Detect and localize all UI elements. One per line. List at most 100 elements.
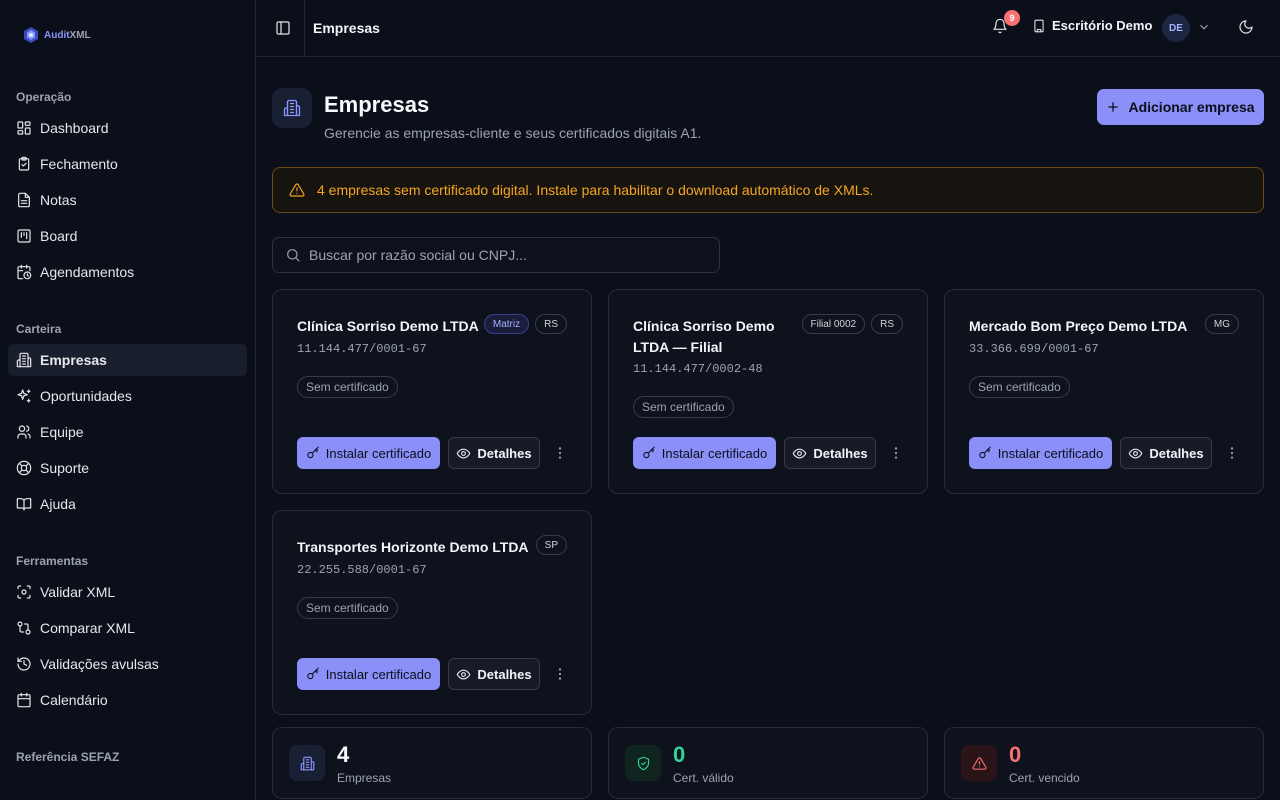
certificate-status-badge: Sem certificado (297, 376, 398, 398)
more-options-button[interactable] (548, 437, 572, 469)
moon-icon (1239, 20, 1253, 34)
notifications-badge: 9 (1004, 10, 1020, 26)
card-actions: Instalar certificado Detalhes (297, 437, 572, 469)
install-certificate-button[interactable]: Instalar certificado (297, 437, 440, 469)
company-badges: SP (535, 535, 567, 555)
details-button[interactable]: Detalhes (1120, 437, 1212, 469)
eye-icon (457, 669, 471, 679)
header-divider (304, 0, 305, 57)
sidebar-item-validar-xml[interactable]: Validar XML (8, 576, 247, 608)
details-button[interactable]: Detalhes (784, 437, 876, 469)
sidebar-item-oportunidades[interactable]: Oportunidades (8, 380, 247, 412)
stat-label: Cert. válido (673, 771, 734, 785)
eye-icon (793, 448, 807, 458)
calendar-icon (17, 692, 31, 708)
sidebar-item-dashboard[interactable]: Dashboard (8, 112, 247, 144)
history-icon (17, 657, 31, 671)
warning-icon (971, 756, 987, 770)
company-cnpj: 11.144.477/0002-48 (633, 362, 763, 376)
sidebar-item-label: Oportunidades (40, 388, 132, 404)
search-icon (287, 249, 300, 262)
sidebar-item-label: Empresas (40, 352, 107, 368)
details-button[interactable]: Detalhes (448, 437, 540, 469)
sidebar-item-ajuda[interactable]: Ajuda (8, 488, 247, 520)
file-text-icon (18, 192, 30, 208)
sidebar: AuditXML Operação Dashboard Fechamento N… (0, 0, 256, 800)
certificate-status-badge: Sem certificado (297, 597, 398, 619)
page-subtitle: Gerencie as empresas-cliente e seus cert… (324, 125, 702, 141)
book-open-icon (16, 498, 32, 511)
certificate-status-badge: Sem certificado (633, 396, 734, 418)
uf-badge: RS (871, 314, 903, 334)
user-menu-button[interactable] (1197, 20, 1211, 37)
chevron-down-icon (1200, 24, 1208, 30)
sparkles-icon (17, 389, 31, 403)
sidebar-item-suporte[interactable]: Suporte (8, 452, 247, 484)
more-options-button[interactable] (884, 437, 908, 469)
sidebar-item-label: Validações avulsas (40, 656, 159, 672)
install-certificate-button[interactable]: Instalar certificado (633, 437, 776, 469)
company-badges: Matriz RS (483, 314, 567, 334)
company-cnpj: 11.144.477/0001-67 (297, 342, 427, 356)
stat-icon-box (625, 745, 661, 781)
type-badge: Matriz (483, 314, 530, 334)
sidebar-item-notas[interactable]: Notas (8, 184, 247, 216)
building-icon (283, 99, 301, 117)
section-label-ferramentas: Ferramentas (16, 554, 89, 568)
stat-icon-box (289, 745, 325, 781)
sidebar-item-label: Calendário (40, 692, 108, 708)
certificate-status-badge: Sem certificado (969, 376, 1070, 398)
sidebar-item-board[interactable]: Board (8, 220, 247, 252)
sidebar-item-empresas[interactable]: Empresas (8, 344, 247, 376)
stat-value: 4 (337, 742, 350, 767)
details-button[interactable]: Detalhes (448, 658, 540, 690)
install-certificate-button[interactable]: Instalar certificado (969, 437, 1112, 469)
uf-badge: SP (535, 535, 567, 555)
add-company-button[interactable]: Adicionar empresa (1097, 89, 1264, 125)
more-vertical-icon (894, 447, 898, 459)
install-certificate-button[interactable]: Instalar certificado (297, 658, 440, 690)
sidebar-item-equipe[interactable]: Equipe (8, 416, 247, 448)
sidebar-item-label: Equipe (40, 424, 84, 440)
stat-value: 0 (1009, 742, 1022, 767)
sidebar-item-comparar-xml[interactable]: Comparar XML (8, 612, 247, 644)
sidebar-item-label: Fechamento (40, 156, 118, 172)
office-selector[interactable]: Escritório Demo (1032, 18, 1152, 33)
more-vertical-icon (1230, 447, 1234, 459)
eye-icon (1129, 448, 1143, 458)
theme-toggle-button[interactable] (1238, 19, 1254, 38)
search-input[interactable] (309, 247, 709, 263)
users-icon (17, 425, 31, 439)
company-name: Mercado Bom Preço Demo LTDA (969, 318, 1188, 334)
company-card: Clínica Sorriso Demo LTDA — Filial Filia… (608, 289, 928, 494)
stat-label: Cert. vencido (1009, 771, 1080, 785)
office-name: Escritório Demo (1052, 18, 1153, 33)
page-icon (272, 88, 312, 128)
shield-check-icon (637, 756, 649, 770)
header-title: Empresas (313, 20, 380, 36)
clipboard-check-icon (18, 156, 30, 171)
building-small-icon (1034, 19, 1044, 32)
stat-card-empresas: 4 Empresas (272, 727, 592, 799)
company-card: Mercado Bom Preço Demo LTDA MG 33.366.69… (944, 289, 1264, 494)
more-options-button[interactable] (548, 658, 572, 690)
stat-value: 0 (673, 742, 686, 767)
sidebar-item-fechamento[interactable]: Fechamento (8, 148, 247, 180)
company-cnpj: 22.255.588/0001-67 (297, 563, 427, 577)
app-logo[interactable]: AuditXML (22, 26, 91, 44)
kanban-icon (17, 229, 31, 243)
sidebar-item-agendamentos[interactable]: Agendamentos (8, 256, 247, 288)
uf-badge: MG (1204, 314, 1239, 334)
missing-certificate-alert: 4 empresas sem certificado digital. Inst… (272, 167, 1264, 213)
plus-icon (1108, 102, 1119, 112)
sidebar-item-label: Notas (40, 192, 77, 208)
more-options-button[interactable] (1220, 437, 1244, 469)
sidebar-item-calendario[interactable]: Calendário (8, 684, 247, 716)
key-icon (306, 446, 319, 459)
scan-icon (17, 585, 31, 599)
page-title: Empresas (324, 92, 430, 117)
sidebar-item-validacoes-avulsas[interactable]: Validações avulsas (8, 648, 247, 680)
user-avatar[interactable]: DE (1162, 14, 1190, 42)
more-vertical-icon (558, 447, 562, 459)
sidebar-toggle-button[interactable] (271, 16, 295, 40)
